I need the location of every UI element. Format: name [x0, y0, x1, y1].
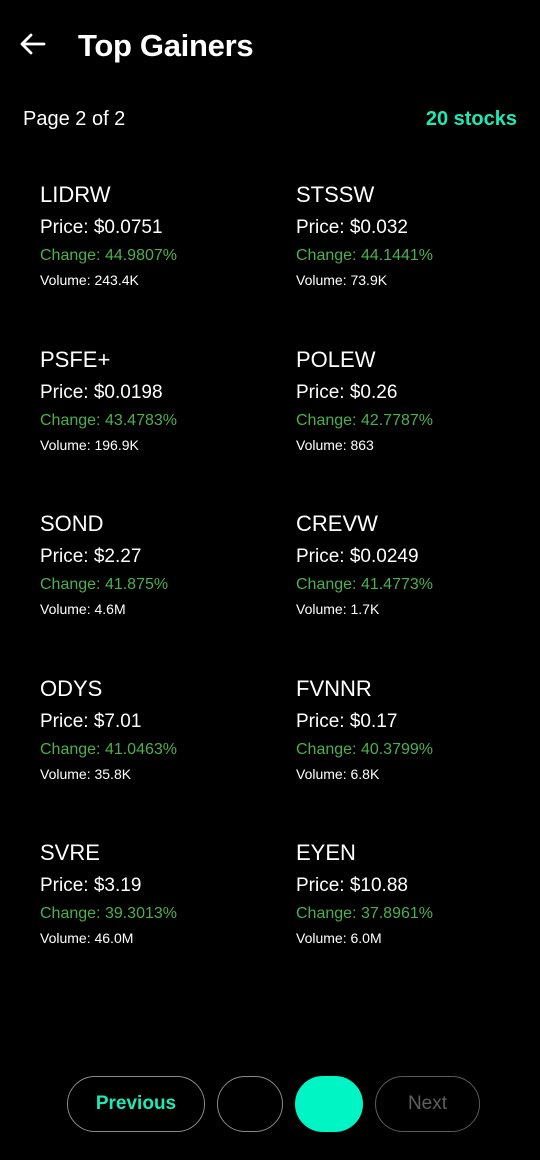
- stock-volume: Volume: 35.8K: [40, 765, 132, 782]
- screen: Top Gainers Page 2 of 2 20 stocks LIDRW …: [0, 0, 540, 1160]
- stock-ticker: STSSW: [296, 182, 375, 207]
- stock-card[interactable]: ODYS Price: $7.01 Change: 41.0463% Volum…: [40, 674, 296, 839]
- stock-volume: Volume: 863: [296, 436, 374, 453]
- stock-price: Price: $0.0751: [40, 217, 163, 238]
- stock-change: Change: 37.8961%: [296, 905, 433, 922]
- stock-price: Price: $7.01: [40, 710, 142, 732]
- stock-ticker: CREVW: [296, 511, 378, 536]
- stock-ticker: PSFE+: [40, 346, 111, 372]
- stock-card[interactable]: FVNNR Price: $0.17 Change: 40.3799% Volu…: [296, 674, 510, 839]
- stock-price: Price: $0.0249: [296, 546, 419, 567]
- page-1-button[interactable]: [217, 1076, 283, 1132]
- arrow-left-icon: [20, 33, 46, 60]
- stock-price: Price: $3.19: [40, 875, 142, 896]
- stock-price: Price: $0.17: [296, 710, 398, 732]
- stock-card[interactable]: EYEN Price: $10.88 Change: 37.8961% Volu…: [296, 838, 510, 1003]
- stock-change: Change: 44.1441%: [296, 247, 433, 264]
- stock-card[interactable]: STSSW Price: $0.032 Change: 44.1441% Vol…: [296, 180, 510, 345]
- stock-change: Change: 39.3013%: [40, 905, 177, 922]
- stock-ticker: ODYS: [40, 675, 103, 701]
- stock-change: Change: 43.4783%: [40, 411, 177, 429]
- page-indicator: Page 2 of 2: [23, 108, 126, 130]
- stock-card[interactable]: POLEW Price: $0.26 Change: 42.7787% Volu…: [296, 345, 510, 510]
- stock-change: Change: 40.3799%: [296, 740, 433, 758]
- app-header: Top Gainers: [20, 22, 520, 70]
- stock-price: Price: $2.27: [40, 546, 142, 567]
- stock-card[interactable]: PSFE+ Price: $0.0198 Change: 43.4783% Vo…: [40, 345, 296, 510]
- stock-card[interactable]: CREVW Price: $0.0249 Change: 41.4773% Vo…: [296, 509, 510, 674]
- stock-volume: Volume: 1.7K: [296, 601, 380, 617]
- stock-change: Change: 41.4773%: [296, 576, 433, 593]
- stock-volume: Volume: 243.4K: [40, 272, 139, 288]
- stock-volume: Volume: 6.8K: [296, 765, 380, 782]
- stock-grid: LIDRW Price: $0.0751 Change: 44.9807% Vo…: [40, 180, 510, 1003]
- stock-count: 20 stocks: [425, 108, 517, 130]
- stock-ticker: FVNNR: [296, 675, 372, 701]
- back-button[interactable]: [20, 26, 60, 66]
- previous-button[interactable]: Previous: [67, 1076, 205, 1132]
- stock-ticker: SOND: [40, 511, 104, 536]
- stock-volume: Volume: 73.9K: [296, 272, 388, 288]
- stock-card[interactable]: LIDRW Price: $0.0751 Change: 44.9807% Vo…: [40, 180, 296, 345]
- stock-ticker: LIDRW: [40, 182, 111, 207]
- list-info-bar: Page 2 of 2 20 stocks: [23, 108, 517, 131]
- stock-volume: Volume: 196.9K: [40, 436, 139, 453]
- stock-change: Change: 41.875%: [40, 576, 169, 593]
- stock-change: Change: 41.0463%: [40, 740, 177, 758]
- stock-volume: Volume: 4.6M: [40, 601, 126, 617]
- page-2-button-active[interactable]: [295, 1076, 363, 1132]
- stock-ticker: EYEN: [296, 840, 356, 865]
- stock-price: Price: $0.032: [296, 217, 408, 238]
- pagination-bar: Previous Next: [67, 1076, 480, 1132]
- stock-ticker: POLEW: [296, 346, 376, 372]
- stock-change: Change: 44.9807%: [40, 247, 177, 264]
- stock-card[interactable]: SOND Price: $2.27 Change: 41.875% Volume…: [40, 509, 296, 674]
- next-button[interactable]: Next: [375, 1076, 480, 1132]
- stock-price: Price: $0.26: [296, 381, 398, 403]
- stock-ticker: SVRE: [40, 840, 100, 865]
- stock-change: Change: 42.7787%: [296, 411, 433, 429]
- page-title: Top Gainers: [78, 28, 254, 63]
- stock-volume: Volume: 46.0M: [40, 930, 134, 946]
- stock-card[interactable]: SVRE Price: $3.19 Change: 39.3013% Volum…: [40, 838, 296, 1003]
- stock-price: Price: $10.88: [296, 875, 408, 896]
- stock-volume: Volume: 6.0M: [296, 930, 382, 946]
- stock-price: Price: $0.0198: [40, 381, 163, 403]
